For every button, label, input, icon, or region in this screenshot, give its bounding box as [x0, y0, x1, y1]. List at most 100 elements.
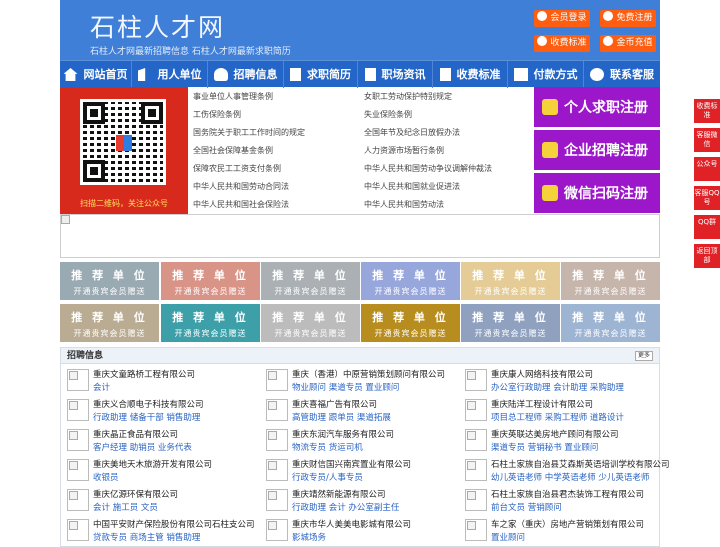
company-name-link[interactable]: 车之家（重庆）房地产营销策划有限公司: [491, 518, 644, 530]
recommend-tile[interactable]: 推 荐 单 位开通贵宾会员赠送: [461, 262, 560, 300]
nav-employers[interactable]: 用人单位: [132, 61, 208, 88]
law-link[interactable]: 女职工劳动保护特别规定: [364, 91, 452, 102]
law-link[interactable]: 中华人民共和国劳动法: [364, 199, 444, 210]
company-name-link[interactable]: 重庆东润汽车服务有限公司: [292, 428, 394, 440]
company-name-link[interactable]: 重庆晶正食品有限公司: [93, 428, 178, 440]
company-name-link[interactable]: 重庆美地天木旅游开发有限公司: [93, 458, 212, 470]
nav-support[interactable]: 联系客服: [584, 61, 660, 88]
employer-register-button[interactable]: 企业招聘注册: [534, 130, 660, 170]
nav-home[interactable]: 网站首页: [60, 61, 132, 88]
side-button[interactable]: 返回顶部: [694, 244, 720, 269]
recommend-tile[interactable]: 推 荐 单 位开通贵宾会员赠送: [261, 304, 360, 342]
side-button[interactable]: QQ群: [694, 215, 720, 240]
nav-resumes[interactable]: 求职简历: [284, 61, 358, 88]
recommend-tile[interactable]: 推 荐 单 位开通贵宾会员赠送: [561, 304, 660, 342]
position-links[interactable]: 办公室行政助理 会计助理 采购助理: [491, 381, 624, 393]
position-links[interactable]: 会计 施工员 文员: [93, 501, 158, 513]
nav-jobs[interactable]: 招聘信息: [208, 61, 284, 88]
law-link[interactable]: 中华人民共和国劳动争议调解仲裁法: [364, 163, 492, 174]
company-name-link[interactable]: 重庆市华人美美电影城有限公司: [292, 518, 411, 530]
company-name-link[interactable]: 重庆康人网络科技有限公司: [491, 368, 593, 380]
company-name-link[interactable]: 重庆喜福广告有限公司: [292, 398, 377, 410]
company-name-link[interactable]: 重庆亿源环保有限公司: [93, 488, 178, 500]
position-links[interactable]: 收银员: [93, 471, 119, 483]
company-logo[interactable]: [266, 489, 288, 511]
position-links[interactable]: 行政助理 储备干部 销售助理: [93, 411, 200, 423]
company-logo[interactable]: [67, 519, 89, 541]
login-button[interactable]: 会员登录: [534, 10, 590, 27]
company-logo[interactable]: [266, 519, 288, 541]
position-links[interactable]: 渠道专员 营销秘书 置业顾问: [491, 441, 598, 453]
position-links[interactable]: 行政专员/人事专员: [292, 471, 363, 483]
company-logo[interactable]: [266, 459, 288, 481]
position-links[interactable]: 行政助理 会计 办公室副主任: [292, 501, 399, 513]
company-name-link[interactable]: 重庆文童路桥工程有限公司: [93, 368, 195, 380]
recommend-tile[interactable]: 推 荐 单 位开通贵宾会员赠送: [561, 262, 660, 300]
site-logo[interactable]: 石柱人才网: [90, 8, 225, 44]
position-links[interactable]: 高管助理 跟单员 渠道拓展: [292, 411, 391, 423]
position-links[interactable]: 影城场务: [292, 531, 326, 543]
law-link[interactable]: 中华人民共和国劳动合同法: [193, 181, 289, 192]
recommend-tile[interactable]: 推 荐 单 位开通贵宾会员赠送: [361, 304, 460, 342]
more-button[interactable]: 更多: [635, 351, 653, 361]
law-link[interactable]: 中华人民共和国社会保险法: [193, 199, 289, 210]
position-links[interactable]: 前台文员 营销顾问: [491, 501, 562, 513]
company-logo[interactable]: [67, 369, 89, 391]
company-name-link[interactable]: 石柱土家族自治县君杰装饰工程有限公司: [491, 488, 644, 500]
company-name-link[interactable]: 重庆英联达美房地产顾问有限公司: [491, 428, 619, 440]
side-button[interactable]: 客服QQ号: [694, 186, 720, 211]
position-links[interactable]: 物流专员 货运司机: [292, 441, 363, 453]
law-link[interactable]: 失业保险条例: [364, 109, 412, 120]
company-logo[interactable]: [67, 489, 89, 511]
recharge-button[interactable]: 金币充值: [600, 35, 656, 52]
company-name-link[interactable]: 重庆靖然新能源有限公司: [292, 488, 386, 500]
law-link[interactable]: 人力资源市场暂行条例: [364, 145, 444, 156]
company-logo[interactable]: [67, 399, 89, 421]
side-button[interactable]: 客服微信: [694, 128, 720, 153]
company-logo[interactable]: [465, 399, 487, 421]
company-logo[interactable]: [465, 369, 487, 391]
position-links[interactable]: 会计: [93, 381, 110, 393]
law-link[interactable]: 国务院关于职工工作时间的规定: [193, 127, 305, 138]
position-links[interactable]: 置业顾问: [491, 531, 525, 543]
ad-banner[interactable]: [60, 214, 660, 258]
jobseeker-register-button[interactable]: 个人求职注册: [534, 87, 660, 127]
company-logo[interactable]: [67, 459, 89, 481]
position-links[interactable]: 项目总工程师 采购工程师 道路设计: [491, 411, 624, 423]
recommend-tile[interactable]: 推 荐 单 位开通贵宾会员赠送: [361, 262, 460, 300]
company-name-link[interactable]: 重庆陆洋工程设计有限公司: [491, 398, 593, 410]
company-name-link[interactable]: 石柱土家族自治县艾森斯英语培训学校有限公司: [491, 458, 670, 470]
company-name-link[interactable]: 重庆（香港）中原营销策划顾问有限公司: [292, 368, 445, 380]
recommend-tile[interactable]: 推 荐 单 位开通贵宾会员赠送: [60, 262, 159, 300]
law-link[interactable]: 全国年节及纪念日放假办法: [364, 127, 460, 138]
recommend-tile[interactable]: 推 荐 单 位开通贵宾会员赠送: [60, 304, 159, 342]
nav-payment[interactable]: 付款方式: [508, 61, 584, 88]
law-link[interactable]: 事业单位人事管理条例: [193, 91, 273, 102]
nav-pricing[interactable]: 收费标准: [433, 61, 508, 88]
company-name-link[interactable]: 中国平安财产保险股份有限公司石柱支公司: [93, 518, 255, 530]
side-button[interactable]: 收费标准: [694, 99, 720, 124]
company-logo[interactable]: [465, 519, 487, 541]
company-logo[interactable]: [465, 429, 487, 451]
company-logo[interactable]: [465, 489, 487, 511]
position-links[interactable]: 客户经理 助销员 业务代表: [93, 441, 192, 453]
recommend-tile[interactable]: 推 荐 单 位开通贵宾会员赠送: [261, 262, 360, 300]
side-button[interactable]: 公众号: [694, 157, 720, 182]
law-link[interactable]: 工伤保险条例: [193, 109, 241, 120]
nav-news[interactable]: 职场资讯: [358, 61, 433, 88]
company-name-link[interactable]: 重庆财信国兴南宾置业有限公司: [292, 458, 411, 470]
pricing-button[interactable]: 收费标准: [534, 35, 590, 52]
wechat-register-button[interactable]: 微信扫码注册: [534, 173, 660, 213]
company-logo[interactable]: [67, 429, 89, 451]
register-button[interactable]: 免费注册: [600, 10, 656, 27]
recommend-tile[interactable]: 推 荐 单 位开通贵宾会员赠送: [161, 262, 260, 300]
position-links[interactable]: 贷款专员 商场主管 销售助理: [93, 531, 200, 543]
company-name-link[interactable]: 重庆义合顺电子科技有限公司: [93, 398, 204, 410]
law-link[interactable]: 保障农民工工资支付条例: [193, 163, 281, 174]
position-links[interactable]: 物业顾问 渠道专员 置业顾问: [292, 381, 399, 393]
company-logo[interactable]: [266, 429, 288, 451]
position-links[interactable]: 幼儿英语老师 中学英语老师 少儿英语老师: [491, 471, 649, 483]
company-logo[interactable]: [465, 459, 487, 481]
law-link[interactable]: 全国社会保障基金条例: [193, 145, 273, 156]
recommend-tile[interactable]: 推 荐 单 位开通贵宾会员赠送: [161, 304, 260, 342]
